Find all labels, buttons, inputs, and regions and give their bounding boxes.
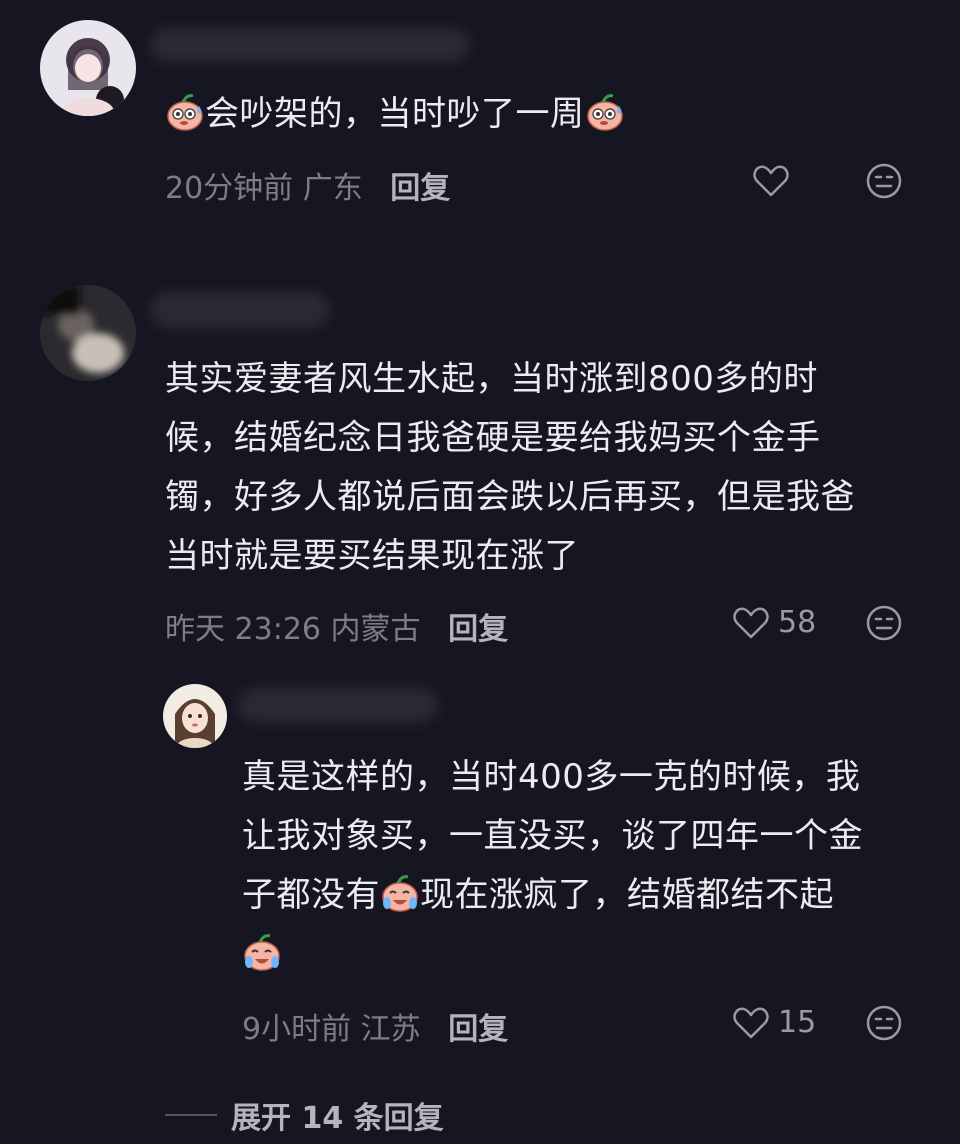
expand-label: 展开 14 条回复 bbox=[231, 1101, 444, 1136]
comment-line: 镯，好多人都说后面会跌以后再买，但是我爸 bbox=[165, 477, 855, 517]
dislike-face-icon[interactable] bbox=[866, 163, 902, 199]
location: 广东 bbox=[302, 171, 363, 206]
like-count: 15 bbox=[778, 1004, 817, 1040]
timestamp: 昨天 23:26 bbox=[165, 612, 321, 647]
emoji-sweat-icon bbox=[586, 94, 623, 132]
timestamp: 9小时前 bbox=[242, 1012, 352, 1047]
location: 内蒙古 bbox=[330, 612, 421, 647]
timestamp: 20分钟前 bbox=[165, 171, 294, 206]
like-button[interactable]: 15 bbox=[732, 1004, 816, 1040]
avatar[interactable] bbox=[40, 285, 136, 381]
like-button[interactable]: 58 bbox=[732, 604, 816, 640]
heart-icon bbox=[733, 1007, 769, 1039]
dislike-face-icon[interactable] bbox=[866, 605, 902, 641]
comment-body: 会吵架的，当时吵了一周 bbox=[205, 94, 585, 134]
comment-meta: 昨天 23:26 内蒙古 回复 bbox=[165, 604, 508, 648]
comment-line: 当时就是要买结果现在涨了 bbox=[165, 536, 579, 576]
expand-replies-button[interactable]: 展开 14 条回复 bbox=[165, 1093, 444, 1137]
reply-meta: 9小时前 江苏 回复 bbox=[242, 1004, 508, 1048]
reply-button[interactable]: 回复 bbox=[390, 171, 450, 206]
heart-icon bbox=[753, 165, 789, 197]
heart-icon bbox=[733, 607, 769, 639]
username-redacted[interactable] bbox=[238, 688, 438, 722]
comment-line: 其实爱妻者风生水起，当时涨到800多的时 bbox=[165, 359, 818, 399]
username-redacted[interactable] bbox=[150, 28, 470, 62]
comment-meta: 20分钟前 广东 回复 bbox=[165, 163, 450, 207]
reply-button[interactable]: 回复 bbox=[448, 1012, 508, 1047]
reply-line: 真是这样的，当时400多一克的时候，我 bbox=[242, 757, 861, 797]
reply-line bbox=[242, 925, 282, 984]
avatar[interactable] bbox=[40, 20, 136, 116]
emoji-sweat-icon bbox=[166, 94, 204, 132]
reply-line: 子都没有 现在涨疯了，结婚都结不起 bbox=[242, 866, 834, 925]
location: 江苏 bbox=[360, 1012, 421, 1047]
reply-line-part: 子都没有 bbox=[242, 875, 380, 915]
divider bbox=[165, 1114, 217, 1116]
reply-line: 让我对象买，一直没买，谈了四年一个金 bbox=[242, 816, 863, 856]
emoji-cry-icon bbox=[381, 875, 419, 913]
dislike-face-icon[interactable] bbox=[866, 1005, 902, 1041]
reply-button[interactable]: 回复 bbox=[448, 612, 508, 647]
emoji-cry-icon bbox=[243, 934, 281, 972]
like-count: 58 bbox=[778, 604, 817, 640]
comment-line: 候，结婚纪念日我爸硬是要给我妈买个金手 bbox=[165, 418, 821, 458]
reply-line-part: 现在涨疯了，结婚都结不起 bbox=[420, 875, 834, 915]
like-button[interactable] bbox=[752, 162, 790, 198]
username-redacted[interactable] bbox=[150, 292, 330, 328]
avatar[interactable] bbox=[163, 684, 227, 748]
comment-text: 会吵架的，当时吵了一周 bbox=[165, 85, 625, 144]
